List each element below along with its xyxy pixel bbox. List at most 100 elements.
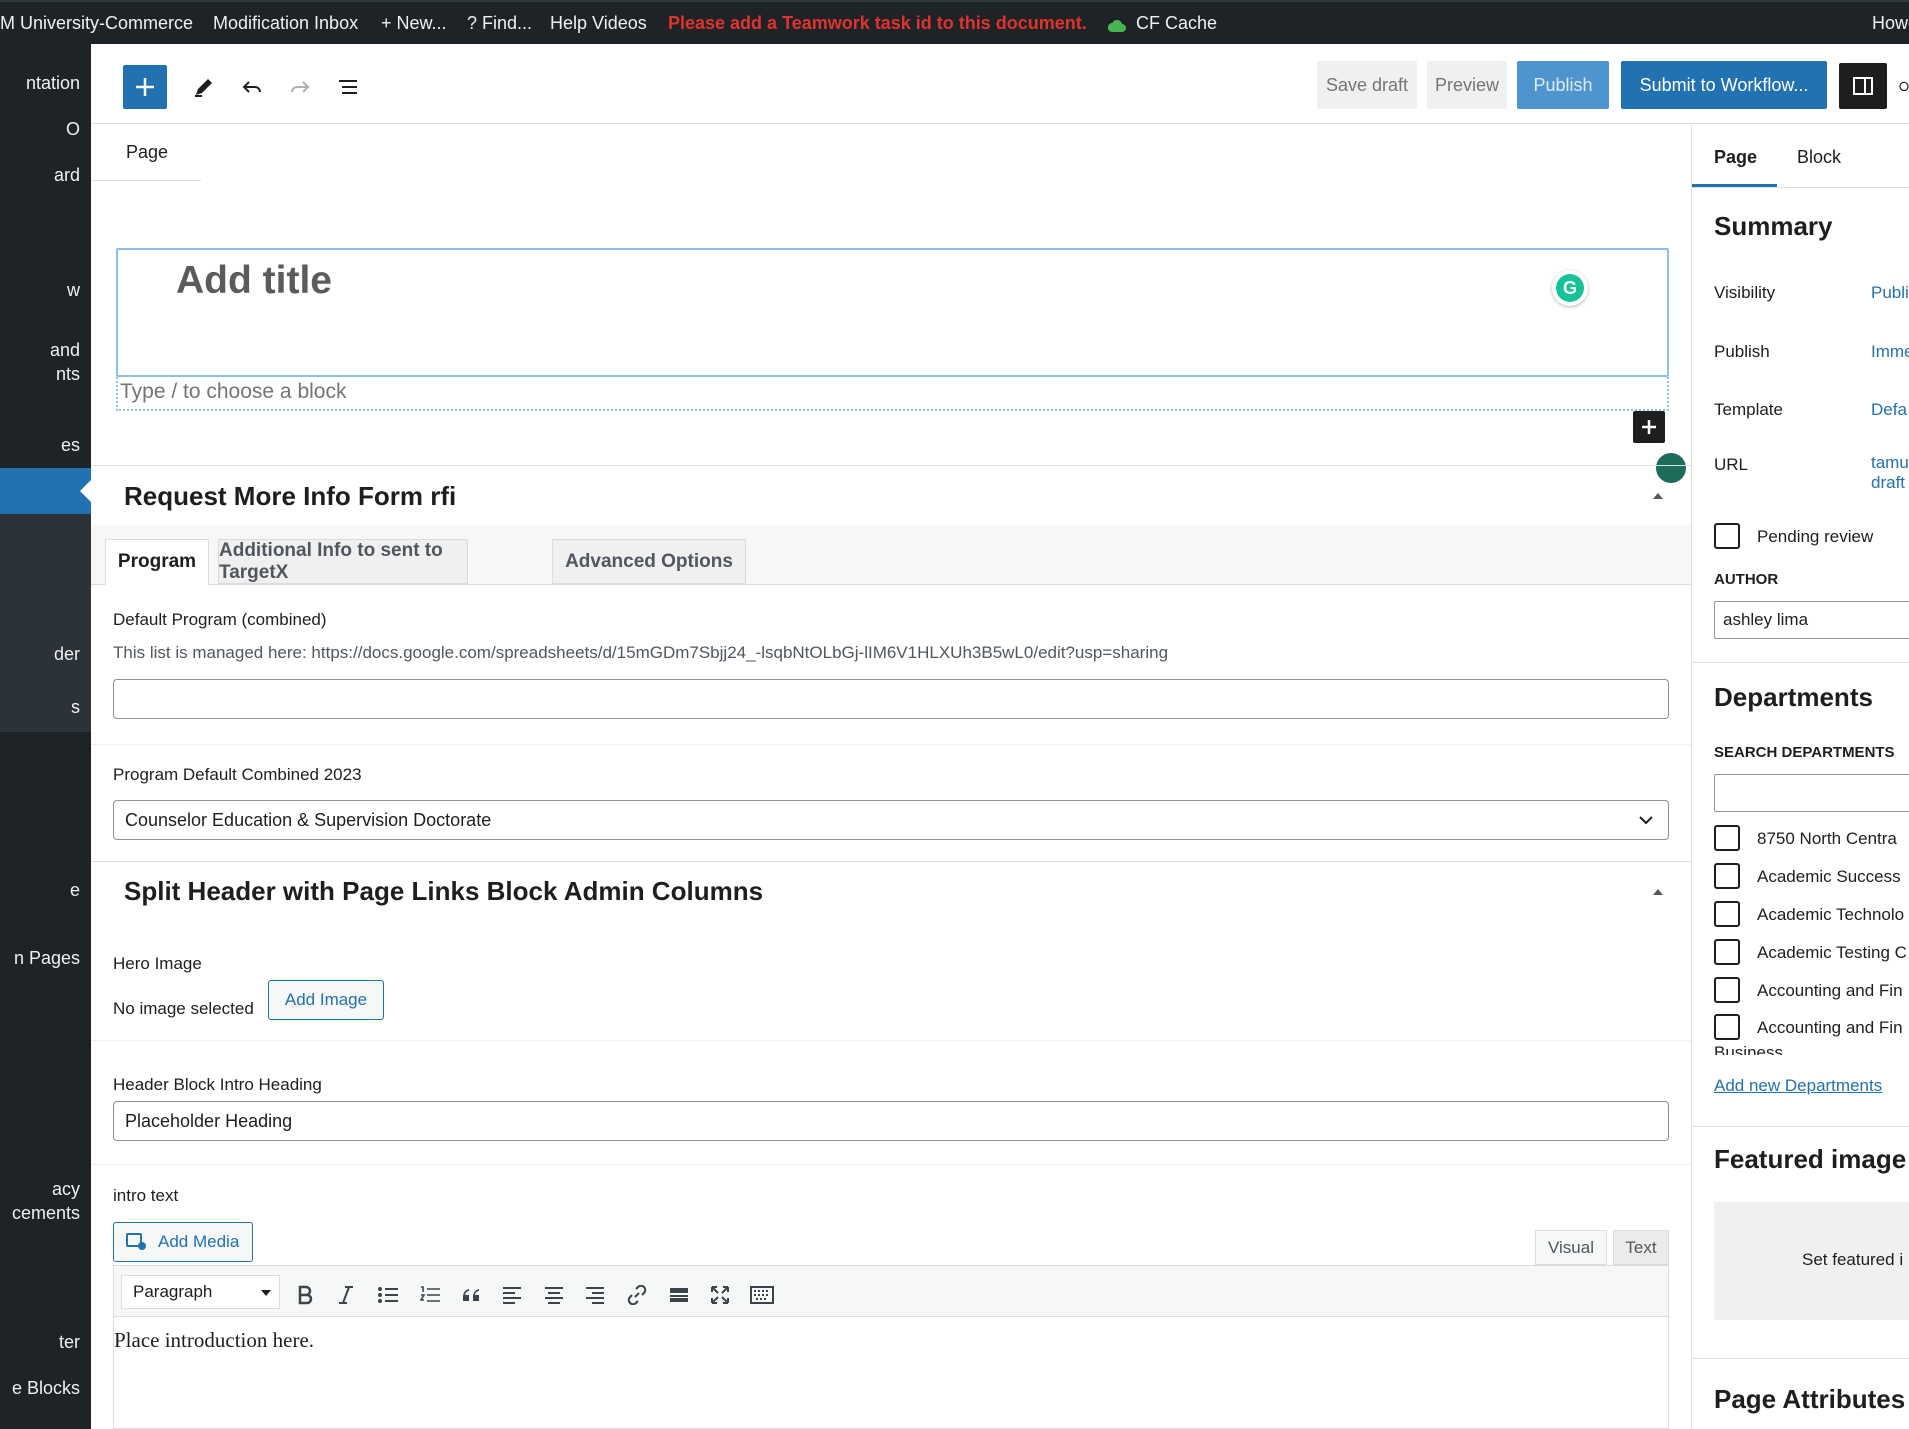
modification-inbox-link[interactable]: Modification Inbox xyxy=(213,13,358,34)
sidebar-item-pages[interactable]: n Pages xyxy=(14,946,80,970)
edit-tool-button[interactable] xyxy=(185,68,223,106)
sidebar-item-nts[interactable]: nts xyxy=(56,362,80,386)
align-center-button[interactable] xyxy=(539,1280,569,1310)
wysiwyg-content[interactable]: Place introduction here. xyxy=(114,1328,314,1353)
preview-button[interactable]: Preview xyxy=(1427,61,1507,109)
url-value-line1[interactable]: tamu xyxy=(1871,453,1909,473)
link-button[interactable] xyxy=(622,1280,652,1310)
publish-button[interactable]: Publish xyxy=(1517,61,1609,109)
summary-heading[interactable]: Summary xyxy=(1714,211,1833,242)
submit-to-workflow-button[interactable]: Submit to Workflow... xyxy=(1621,61,1827,109)
department-checkbox[interactable] xyxy=(1714,977,1740,1003)
page-attributes-heading[interactable]: Page Attributes xyxy=(1714,1384,1905,1415)
tab-additional-info[interactable]: Additional Info to sent to TargetX xyxy=(218,539,468,584)
admin-sidebar: ntation O ard w and nts es der s e n Pag… xyxy=(0,44,91,1429)
more-options-button[interactable] xyxy=(1897,68,1909,106)
save-draft-button[interactable]: Save draft xyxy=(1317,61,1417,109)
bold-button[interactable] xyxy=(290,1280,320,1310)
toolbar-toggle-button[interactable] xyxy=(747,1280,777,1310)
sidebar-item-dashboard[interactable]: ard xyxy=(54,163,80,187)
template-value[interactable]: Defa xyxy=(1871,400,1907,420)
sidebar-item-blocks[interactable]: e Blocks xyxy=(12,1376,80,1400)
read-more-icon xyxy=(670,1288,688,1302)
tab-block[interactable]: Block xyxy=(1797,147,1841,168)
sidebar-item-es[interactable]: es xyxy=(61,433,80,457)
tab-page[interactable]: Page xyxy=(1714,147,1757,168)
italic-button[interactable] xyxy=(331,1280,361,1310)
active-tab-indicator xyxy=(1692,184,1777,187)
text-tab[interactable]: Text xyxy=(1613,1230,1669,1265)
howdy-link[interactable]: Howd xyxy=(1872,13,1909,34)
visibility-value[interactable]: Publi xyxy=(1871,283,1909,303)
numbered-list-button[interactable] xyxy=(415,1280,445,1310)
sidebar-active-item[interactable] xyxy=(0,468,91,514)
new-content-link[interactable]: + New... xyxy=(381,13,447,34)
pending-review-label: Pending review xyxy=(1757,527,1874,546)
sidebar-item-documentation[interactable]: ntation xyxy=(26,71,80,95)
department-checkbox[interactable] xyxy=(1714,939,1740,965)
department-checkbox[interactable] xyxy=(1714,901,1740,927)
read-more-button[interactable] xyxy=(664,1280,694,1310)
visual-tab[interactable]: Visual xyxy=(1535,1230,1607,1265)
sidebar-item-s[interactable]: s xyxy=(71,695,80,719)
department-checkbox[interactable] xyxy=(1714,1014,1740,1040)
fullscreen-button[interactable] xyxy=(705,1280,735,1310)
author-select[interactable]: ashley lima xyxy=(1714,601,1909,639)
bullet-list-button[interactable] xyxy=(373,1280,403,1310)
breadcrumb-page[interactable]: Page xyxy=(126,142,168,163)
bold-icon xyxy=(298,1285,313,1305)
collapse-arrow-icon[interactable] xyxy=(1653,493,1663,499)
title-placeholder: Add title xyxy=(176,259,332,302)
align-left-button[interactable] xyxy=(497,1280,527,1310)
add-media-button[interactable]: Add Media xyxy=(113,1222,253,1262)
combined-2023-label: Program Default Combined 2023 xyxy=(113,765,362,784)
format-select-value: Paragraph xyxy=(133,1282,213,1301)
cf-cache-link[interactable]: CF Cache xyxy=(1136,13,1217,34)
document-overview-button[interactable] xyxy=(329,68,367,106)
department-checkbox[interactable] xyxy=(1714,863,1740,889)
grammarly-badge-icon[interactable] xyxy=(1656,453,1686,483)
sidebar-item-der[interactable]: der xyxy=(54,642,80,666)
sidebar-item-e[interactable]: e xyxy=(70,878,80,902)
align-right-button[interactable] xyxy=(580,1280,610,1310)
intro-heading-input[interactable]: Placeholder Heading xyxy=(113,1101,1669,1141)
find-link[interactable]: ? Find... xyxy=(467,13,532,34)
featured-image-heading[interactable]: Featured image xyxy=(1714,1144,1906,1175)
grammarly-icon[interactable]: G xyxy=(1552,270,1588,306)
collapse-arrow-icon[interactable] xyxy=(1653,889,1663,895)
inline-add-block-button[interactable] xyxy=(1633,411,1665,443)
redo-button[interactable] xyxy=(281,68,319,106)
sidebar-item-ter[interactable]: ter xyxy=(59,1330,80,1354)
sidebar-item-w[interactable]: w xyxy=(67,278,80,302)
help-videos-link[interactable]: Help Videos xyxy=(550,13,647,34)
combined-2023-select[interactable]: Counselor Education & Supervision Doctor… xyxy=(113,800,1669,840)
department-checkbox[interactable] xyxy=(1714,825,1740,851)
default-program-input[interactable] xyxy=(113,679,1669,719)
divider xyxy=(91,744,1691,745)
format-select[interactable]: Paragraph xyxy=(121,1275,280,1309)
sidebar-item-cements[interactable]: cements xyxy=(12,1201,80,1225)
divider xyxy=(91,1164,1691,1165)
tab-advanced-options[interactable]: Advanced Options xyxy=(552,539,746,584)
empty-block[interactable]: Type / to choose a block xyxy=(116,377,1669,411)
add-image-button[interactable]: Add Image xyxy=(268,980,384,1020)
undo-button[interactable] xyxy=(233,68,271,106)
teamwork-warning[interactable]: Please add a Teamwork task id to this do… xyxy=(668,13,1087,34)
sidebar-item-and[interactable]: and xyxy=(50,338,80,362)
title-field[interactable]: Add title G xyxy=(116,248,1669,377)
sidebar-item-acy[interactable]: acy xyxy=(52,1177,80,1201)
publish-value[interactable]: Imme xyxy=(1871,342,1909,362)
pending-review-checkbox[interactable] xyxy=(1714,523,1740,549)
departments-heading[interactable]: Departments xyxy=(1714,682,1873,713)
add-media-label: Add Media xyxy=(158,1232,240,1251)
blockquote-button[interactable] xyxy=(456,1280,486,1310)
settings-sidebar-toggle[interactable] xyxy=(1839,63,1887,109)
add-block-button[interactable] xyxy=(123,65,167,109)
sidebar-item-seo[interactable]: O xyxy=(66,117,80,141)
search-departments-input[interactable] xyxy=(1714,774,1909,812)
site-name-link[interactable]: M University-Commerce xyxy=(0,13,193,34)
url-value-line2[interactable]: draft xyxy=(1871,473,1905,493)
tab-program[interactable]: Program xyxy=(105,539,209,585)
add-new-departments-link[interactable]: Add new Departments xyxy=(1714,1076,1882,1096)
set-featured-image-button[interactable]: Set featured i xyxy=(1714,1202,1909,1320)
